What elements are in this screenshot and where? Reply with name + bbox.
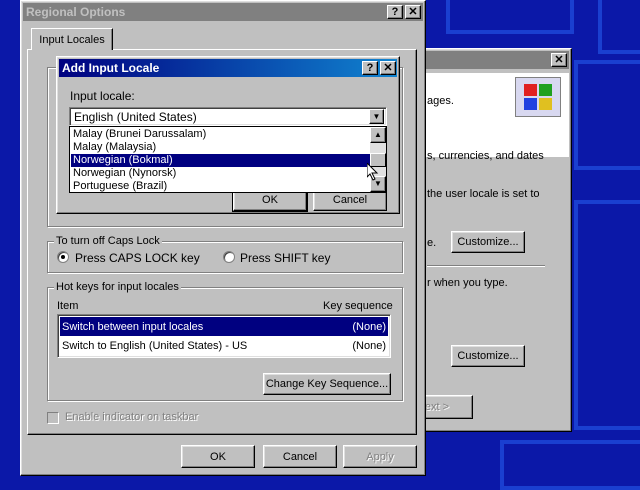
input-locale-dropdown-list[interactable]: Malay (Brunei Darussalam) Malay (Malaysi… <box>69 126 387 193</box>
list-item[interactable]: Norwegian (Bokmal) <box>71 154 370 167</box>
desktop-pattern <box>574 60 640 170</box>
customize-button[interactable]: Customize... <box>451 345 525 367</box>
desktop-pattern <box>500 440 640 490</box>
hotkeys-list[interactable]: Switch between input locales (None) Swit… <box>57 314 391 358</box>
table-row[interactable]: Switch between input locales (None) <box>60 317 388 336</box>
background-text: ages. <box>427 95 454 107</box>
close-icon[interactable]: ✕ <box>405 5 421 19</box>
input-locale-combobox[interactable]: English (United States) ▼ <box>69 107 387 126</box>
desktop-pattern <box>574 200 640 430</box>
cursor-icon <box>367 163 379 181</box>
add-input-locale-titlebar: Add Input Locale <box>59 59 397 77</box>
tab-input-locales[interactable]: Input Locales <box>31 28 113 50</box>
globe-icon <box>515 77 561 117</box>
enable-indicator-checkbox[interactable] <box>47 412 59 424</box>
caps-lock-group-label: To turn off Caps Lock <box>54 235 162 247</box>
background-text: e. <box>427 237 437 249</box>
regional-options-titlebar: Regional Options <box>23 3 423 21</box>
desktop-pattern <box>598 0 640 54</box>
background-text: r when you type. <box>427 277 508 289</box>
list-item[interactable]: Malay (Malaysia) <box>71 141 370 154</box>
table-row[interactable]: Switch to English (United States) - US (… <box>60 336 388 355</box>
desktop-pattern <box>446 0 574 34</box>
column-header-key-sequence: Key sequence <box>323 300 393 312</box>
background-window-titlebar <box>403 51 569 69</box>
change-key-sequence-button[interactable]: Change Key Sequence... <box>263 373 391 395</box>
list-item[interactable]: Norwegian (Nynorsk) <box>71 167 370 180</box>
tab-label: Input Locales <box>39 33 105 46</box>
close-icon[interactable]: ✕ <box>551 53 567 67</box>
hotkey-sequence: (None) <box>352 320 386 333</box>
help-icon[interactable]: ? <box>387 5 403 19</box>
background-text: s, currencies, and dates <box>427 150 544 162</box>
cancel-button[interactable]: Cancel <box>263 445 337 468</box>
list-item[interactable]: Portuguese (Brazil) <box>71 180 370 193</box>
input-locale-label: Input locale: <box>70 89 135 103</box>
scrollbar[interactable]: ▲ ▼ <box>370 127 386 192</box>
customize-button[interactable]: Customize... <box>451 231 525 253</box>
caps-lock-option-label: Press CAPS LOCK key <box>75 251 200 265</box>
chevron-down-icon[interactable]: ▼ <box>369 109 384 124</box>
shift-key-option-label: Press SHIFT key <box>240 251 331 265</box>
input-locale-selected: English (United States) <box>74 110 197 124</box>
hotkey-sequence: (None) <box>352 339 386 352</box>
help-icon[interactable]: ? <box>362 61 378 75</box>
background-text: the user locale is set to <box>427 188 540 200</box>
hotkey-item: Switch to English (United States) - US <box>62 339 248 352</box>
column-header-item: Item <box>57 300 79 312</box>
list-item[interactable]: Malay (Brunei Darussalam) <box>71 128 370 141</box>
shift-key-radio[interactable] <box>223 251 235 263</box>
hotkey-item: Switch between input locales <box>62 320 204 333</box>
scroll-up-icon[interactable]: ▲ <box>370 127 386 143</box>
ok-button[interactable]: OK <box>181 445 255 468</box>
add-input-locale-window: Add Input Locale ? ✕ Input locale: Engli… <box>56 56 400 214</box>
divider <box>427 265 545 267</box>
enable-indicator-label: Enable indicator on taskbar <box>65 411 199 423</box>
hotkeys-group-label: Hot keys for input locales <box>54 281 181 293</box>
apply-button[interactable]: Apply <box>343 445 417 468</box>
close-icon[interactable]: ✕ <box>380 61 396 75</box>
caps-lock-radio[interactable] <box>57 251 69 263</box>
